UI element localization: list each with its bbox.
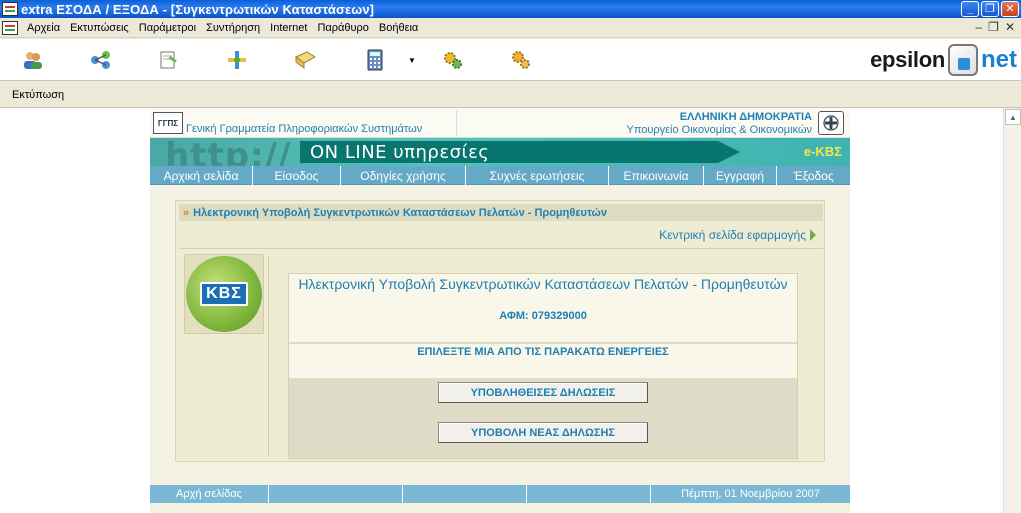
main-link-label: Κεντρική σελίδα εφαρμογής: [659, 228, 806, 242]
play-arrow-icon: [810, 229, 816, 241]
document-icon[interactable]: [2, 20, 18, 35]
nav-logout[interactable]: Έξοδος: [777, 166, 850, 185]
app-icon[interactable]: [2, 2, 18, 16]
calculator-icon[interactable]: [362, 48, 388, 72]
nav-instructions[interactable]: Οδηγίες χρήσης: [341, 166, 466, 185]
mdi-controls: – ❐ ✕: [975, 20, 1015, 34]
double-arrow-icon: »: [183, 206, 190, 219]
nav-home[interactable]: Αρχική σελίδα: [150, 166, 253, 185]
banner-online-ribbon: ΟΝ LINE υπηρεσίες: [300, 141, 740, 163]
network-icon[interactable]: [88, 48, 114, 72]
actions-box: Ηλεκτρονική Υποβολή Συγκεντρωτικών Κατασ…: [288, 273, 798, 459]
sub-toolbar: Εκτύπωση: [0, 82, 1021, 108]
mdi-close-button[interactable]: ✕: [1005, 20, 1015, 34]
gsis-logo: ΓΓΠΣ: [153, 112, 183, 134]
site-header: ΓΓΠΣ Γενική Γραμματεία Πληροφοριακών Συσ…: [150, 108, 850, 138]
dropdown-arrow-icon[interactable]: ▼: [408, 56, 416, 65]
banner-http: http://: [165, 138, 292, 166]
afm-value: ΑΦΜ: 079329000: [499, 310, 587, 322]
site-footer: Αρχή σελίδας Πέμπτη, 01 Νοεμβρίου 2007: [150, 485, 850, 503]
mdi-minimize-button[interactable]: –: [975, 20, 982, 34]
actions-header: Ηλεκτρονική Υποβολή Συγκεντρωτικών Κατασ…: [289, 274, 797, 342]
gov-name: ΕΛΛΗΝΙΚΗ ΔΗΜΟΚΡΑΤΙΑ: [679, 111, 812, 123]
menu-internet[interactable]: Internet: [265, 22, 312, 34]
kvs-logo-text: ΚΒΣ: [200, 282, 248, 306]
panel-title-bar: » Ηλεκτρονική Υποβολή Συγκεντρωτικών Κατ…: [179, 204, 823, 221]
brand-box-icon: [948, 44, 978, 76]
print-button[interactable]: Εκτύπωση: [12, 89, 64, 101]
footer-blank-3: [527, 485, 651, 503]
vertical-divider: [268, 256, 269, 456]
brand-net: net: [981, 46, 1017, 73]
gears-icon[interactable]: [440, 48, 466, 72]
window-titlebar: extra ΕΣΟΔΑ / ΕΞΟΔΑ - [Συγκεντρωτικών Κα…: [0, 0, 1021, 18]
vertical-scrollbar[interactable]: ▲: [1003, 108, 1021, 513]
choose-row: ΕΠΙΛΕΞΤΕ ΜΙΑ ΑΠΟ ΤΙΣ ΠΑΡΑΚΑΤΩ ΕΝΕΡΓΕΙΕΣ: [289, 344, 797, 378]
banner-online-text: ΟΝ LINE υπηρεσίες: [310, 142, 490, 163]
nav-contact[interactable]: Επικοινωνία: [609, 166, 704, 185]
brand-word: epsilon: [870, 47, 945, 72]
app-main-page-link[interactable]: Κεντρική σελίδα εφαρμογής: [659, 228, 816, 242]
nav-register[interactable]: Εγγραφή: [704, 166, 777, 185]
site-navbar: Αρχική σελίδα Είσοδος Οδηγίες χρήσης Συχ…: [150, 166, 850, 185]
footer-blank-1: [269, 485, 403, 503]
maximize-button[interactable]: ❐: [981, 1, 999, 17]
menu-help[interactable]: Βοήθεια: [374, 22, 423, 34]
browser-content: ΓΓΠΣ Γενική Γραμματεία Πληροφοριακών Συσ…: [0, 108, 1003, 513]
menu-bar: Αρχεία Εκτυπώσεις Παράμετροι Συντήρηση I…: [0, 18, 1021, 38]
service-title: Ηλεκτρονική Υποβολή Συγκεντρωτικών Κατασ…: [298, 276, 788, 292]
epsilon-net-logo: epsilon net: [870, 42, 1017, 78]
document-edit-icon[interactable]: [156, 48, 182, 72]
nav-faq[interactable]: Συχνές ερωτήσεις: [466, 166, 609, 185]
panel-divider: [179, 248, 823, 249]
ministry-name: Υπουργείο Οικονομίας & Οικονομικών: [626, 124, 812, 136]
greek-emblem-icon: [818, 111, 844, 135]
menu-window[interactable]: Παράθυρο: [312, 22, 373, 34]
menu-prints[interactable]: Εκτυπώσεις: [65, 22, 134, 34]
header-divider: [456, 110, 457, 136]
pin-icon[interactable]: [224, 48, 250, 72]
menu-maintenance[interactable]: Συντήρηση: [201, 22, 265, 34]
window-title: extra ΕΣΟΔΑ / ΕΞΟΔΑ - [Συγκεντρωτικών Κα…: [21, 1, 375, 17]
mdi-restore-button[interactable]: ❐: [988, 20, 999, 34]
ekvs-site: ΓΓΠΣ Γενική Γραμματεία Πληροφοριακών Συσ…: [150, 108, 850, 513]
window-controls: _ ❐ ✕: [961, 1, 1019, 17]
minimize-button[interactable]: _: [961, 1, 979, 17]
menu-parameters[interactable]: Παράμετροι: [134, 22, 201, 34]
footer-blank-2: [403, 485, 527, 503]
nav-login[interactable]: Είσοδος: [253, 166, 341, 185]
main-panel: » Ηλεκτρονική Υποβολή Συγκεντρωτικών Κατ…: [175, 200, 825, 462]
kvs-logo: ΚΒΣ: [186, 256, 262, 332]
notebook-icon[interactable]: [292, 48, 318, 72]
menu-files[interactable]: Αρχεία: [22, 22, 65, 34]
settings-gears-icon[interactable]: [508, 48, 534, 72]
submitted-declarations-button[interactable]: ΥΠΟΒΛΗΘΕΙΣΕΣ ΔΗΛΩΣΕΙΣ: [438, 382, 648, 403]
scroll-up-icon[interactable]: ▲: [1005, 109, 1021, 125]
footer-date: Πέμπτη, 01 Νοεμβρίου 2007: [681, 488, 820, 500]
choose-action-label: ΕΠΙΛΕΞΤΕ ΜΙΑ ΑΠΟ ΤΙΣ ΠΑΡΑΚΑΤΩ ΕΝΕΡΓΕΙΕΣ: [417, 346, 669, 358]
gsis-org-name: Γενική Γραμματεία Πληροφοριακών Συστημάτ…: [186, 123, 423, 135]
new-declaration-button[interactable]: ΥΠΟΒΟΛΗ ΝΕΑΣ ΔΗΛΩΣΗΣ: [438, 422, 648, 443]
footer-top-of-page[interactable]: Αρχή σελίδας: [150, 485, 269, 503]
close-button[interactable]: ✕: [1001, 1, 1019, 17]
toolbar: [0, 39, 1021, 81]
users-icon[interactable]: [20, 48, 46, 72]
panel-title: Ηλεκτρονική Υποβολή Συγκεντρωτικών Κατασ…: [193, 206, 607, 219]
online-services-banner: http:// ΟΝ LINE υπηρεσίες e-ΚΒΣ: [150, 138, 850, 166]
banner-ekvs: e-ΚΒΣ: [803, 144, 842, 159]
